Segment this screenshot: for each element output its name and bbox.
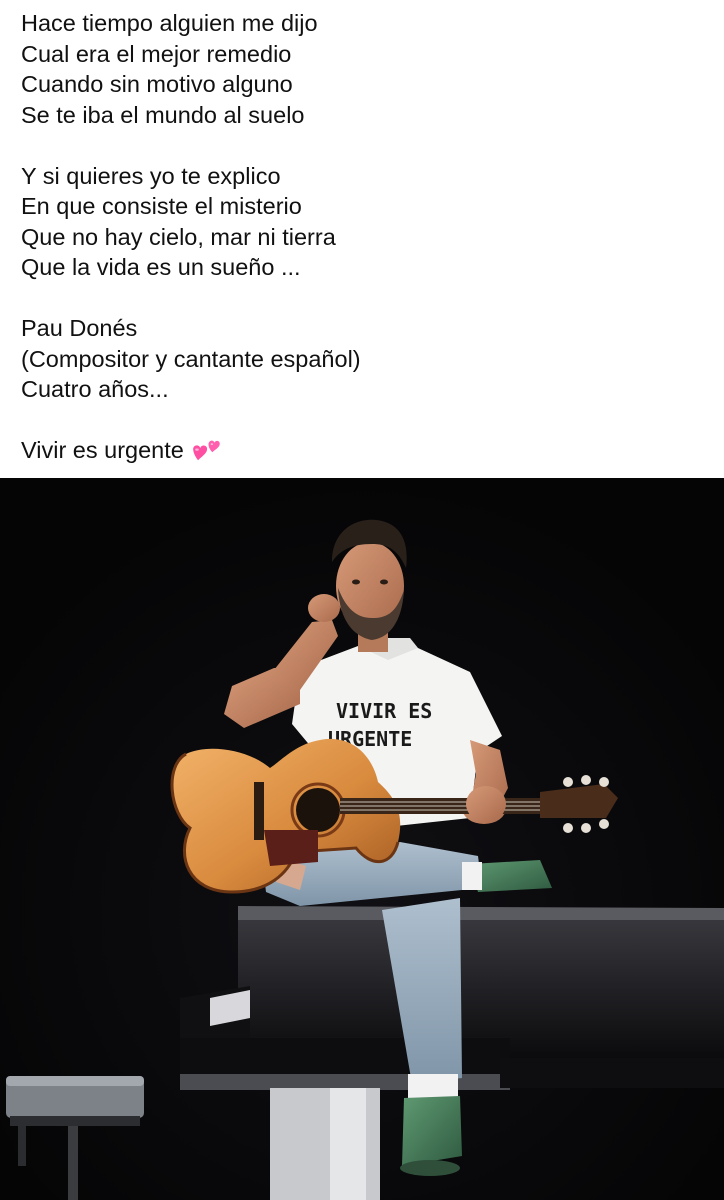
text-line: Cual era el mejor remedio bbox=[21, 40, 292, 67]
stanza-3: Pau Donés (Compositor y cantante español… bbox=[21, 313, 711, 405]
text-line: Hace tiempo alguien me dijo bbox=[21, 10, 318, 36]
text-line: En que consiste el misterio bbox=[21, 193, 302, 219]
fretting-hand bbox=[466, 786, 506, 822]
photo-pau-dones-guitar-piano: VIVIR ES URGENTE bbox=[0, 478, 724, 1200]
shirt-text-line1: VIVIR ES bbox=[336, 699, 432, 723]
text-line: Cuatro años... bbox=[21, 376, 169, 402]
text-line: Se te iba el mundo al suelo bbox=[21, 101, 305, 128]
text-line: (Compositor y cantante español) bbox=[21, 345, 361, 372]
text-line: Que no hay cielo, mar ni tierra bbox=[21, 223, 336, 250]
stanza-2: Y si quieres yo te explico En que consis… bbox=[21, 161, 711, 283]
stanza-4: Vivir es urgente bbox=[21, 435, 711, 471]
stanza-1: Hace tiempo alguien me dijo Cual era el … bbox=[21, 8, 711, 130]
text-line: Cuando sin motivo alguno bbox=[21, 71, 293, 97]
text-line: Pau Donés bbox=[21, 315, 138, 341]
post: Hace tiempo alguien me dijo Cual era el … bbox=[0, 0, 724, 1200]
text-line-final: Vivir es urgente bbox=[21, 435, 711, 471]
text-line: Y si quieres yo te explico bbox=[21, 162, 281, 189]
text-line: Que la vida es un sueño ... bbox=[21, 254, 301, 280]
post-text: Hace tiempo alguien me dijo Cual era el … bbox=[21, 8, 711, 471]
photo-illustration: VIVIR ES URGENTE bbox=[0, 478, 724, 1200]
closing-text: Vivir es urgente bbox=[21, 437, 184, 463]
two-hearts-icon bbox=[191, 435, 221, 471]
